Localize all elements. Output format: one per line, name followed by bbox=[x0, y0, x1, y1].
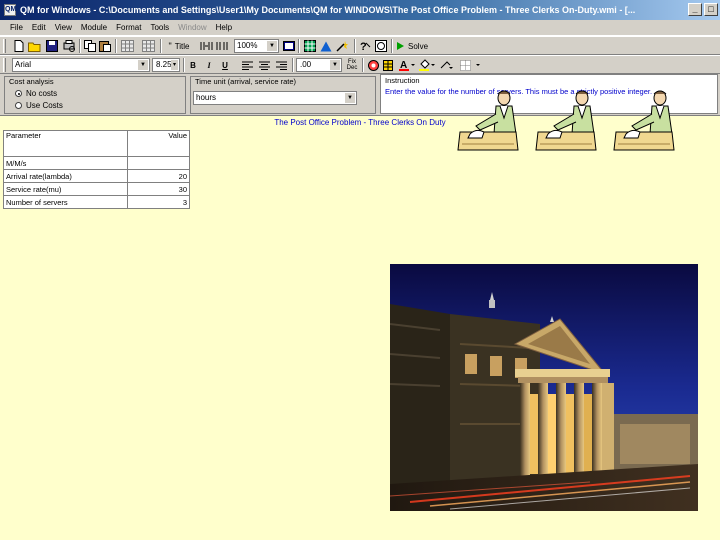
radio-unselected-icon bbox=[15, 102, 22, 109]
zoom-select[interactable]: 100% ▼ bbox=[234, 39, 279, 53]
row-value[interactable]: 20 bbox=[127, 169, 190, 183]
app-icon[interactable]: QM bbox=[4, 4, 16, 16]
menu-bar: File Edit View Module Format Tools Windo… bbox=[0, 20, 720, 36]
font-select[interactable]: Arial ▼ bbox=[12, 58, 150, 72]
font-size-select[interactable]: 8.25 ▾ bbox=[152, 58, 180, 72]
chevron-down-icon[interactable]: ▼ bbox=[138, 60, 148, 70]
save-icon[interactable] bbox=[44, 39, 60, 53]
maximize-icon[interactable]: □ bbox=[704, 3, 718, 16]
column-width-icon[interactable] bbox=[198, 39, 214, 53]
menu-help[interactable]: Help bbox=[216, 23, 232, 32]
toolbar-grip[interactable] bbox=[3, 58, 6, 72]
title-bar[interactable]: QM QM for Windows - C:\Documents and Set… bbox=[0, 0, 720, 20]
radio-selected-icon bbox=[15, 90, 22, 97]
row-label[interactable]: Arrival rate(lambda) bbox=[3, 169, 128, 183]
menu-file[interactable]: File bbox=[10, 23, 23, 32]
chevron-down-icon[interactable]: ▼ bbox=[267, 41, 277, 51]
minimize-icon[interactable]: _ bbox=[688, 3, 702, 16]
instruction-title: Instruction bbox=[385, 76, 420, 85]
full-screen-icon[interactable] bbox=[282, 39, 296, 53]
time-unit-title: Time unit (arrival, service rate) bbox=[195, 77, 296, 86]
borders-icon[interactable] bbox=[458, 58, 484, 72]
clerk-clipart bbox=[457, 90, 519, 151]
time-unit-panel: Time unit (arrival, service rate) hours … bbox=[190, 76, 376, 114]
paste-icon[interactable] bbox=[98, 39, 112, 53]
fill-color-icon[interactable] bbox=[418, 58, 436, 72]
triangle-chart-icon[interactable] bbox=[319, 39, 333, 53]
row-label[interactable]: M/M/s bbox=[3, 156, 128, 170]
menu-format[interactable]: Format bbox=[116, 23, 141, 32]
svg-text:?: ? bbox=[360, 41, 367, 52]
header-value[interactable]: Value bbox=[127, 130, 190, 157]
row-height-icon[interactable] bbox=[215, 39, 229, 53]
data-table: Parameter Value M/M/s Arrival rate(lambd… bbox=[3, 130, 190, 209]
help-question-icon[interactable]: ? bbox=[358, 39, 372, 53]
align-center-icon[interactable] bbox=[257, 58, 271, 72]
row-label[interactable]: Number of servers bbox=[3, 195, 128, 209]
align-left-icon[interactable] bbox=[240, 58, 254, 72]
ellipsis-icon[interactable] bbox=[438, 58, 454, 72]
table-row: Number of servers 3 bbox=[3, 195, 190, 209]
solve-button[interactable]: Solve bbox=[396, 39, 436, 53]
print-preview-icon[interactable] bbox=[61, 39, 77, 53]
chevron-down-icon[interactable]: ▾ bbox=[171, 60, 178, 70]
row-value[interactable]: 3 bbox=[127, 195, 190, 209]
copy-icon[interactable] bbox=[83, 39, 97, 53]
format-toolbar: Arial ▼ 8.25 ▾ B I U .00 ▼ Fix Dec A bbox=[0, 55, 720, 74]
table-row: Arrival rate(lambda) 20 bbox=[3, 169, 190, 183]
fix-decimal-button[interactable]: Fix Dec bbox=[346, 58, 358, 72]
use-costs-radio[interactable]: Use Costs bbox=[15, 101, 63, 110]
no-costs-radio[interactable]: No costs bbox=[15, 89, 57, 98]
font-color-icon[interactable]: A bbox=[398, 58, 416, 72]
color-palette-icon[interactable] bbox=[366, 58, 380, 72]
clerk-clipart bbox=[535, 90, 597, 151]
menu-window[interactable]: Window bbox=[178, 23, 206, 32]
row-value[interactable]: 30 bbox=[127, 182, 190, 196]
post-office-photo bbox=[390, 264, 698, 511]
new-file-icon[interactable] bbox=[12, 39, 26, 53]
toolbar-grip[interactable] bbox=[3, 39, 6, 53]
window-title: QM for Windows - C:\Documents and Settin… bbox=[20, 5, 636, 15]
menu-edit[interactable]: Edit bbox=[32, 23, 46, 32]
clerk-clipart bbox=[613, 90, 675, 151]
title-quote-icon: " bbox=[168, 41, 172, 51]
italic-button[interactable]: I bbox=[203, 58, 215, 72]
decimals-select[interactable]: .00 ▼ bbox=[296, 58, 342, 72]
wizard-icon[interactable] bbox=[335, 39, 349, 53]
bold-button[interactable]: B bbox=[187, 58, 199, 72]
header-parameter[interactable]: Parameter bbox=[3, 130, 128, 157]
underline-button[interactable]: U bbox=[219, 58, 231, 72]
cost-analysis-title: Cost analysis bbox=[9, 77, 54, 86]
title-button[interactable]: " Title bbox=[166, 39, 192, 53]
delete-row-icon[interactable] bbox=[140, 39, 156, 53]
table-header-row: Parameter Value bbox=[3, 130, 190, 157]
open-folder-icon[interactable] bbox=[27, 39, 43, 53]
time-unit-select[interactable]: hours ▼ bbox=[193, 91, 357, 105]
standard-toolbar: " Title 100% ▼ ? Solve bbox=[0, 36, 720, 55]
insert-row-icon[interactable] bbox=[119, 39, 135, 53]
chevron-down-icon[interactable]: ▼ bbox=[345, 93, 355, 103]
align-right-icon[interactable] bbox=[274, 58, 288, 72]
cost-analysis-panel: Cost analysis No costs Use Costs bbox=[4, 76, 186, 114]
menu-view[interactable]: View bbox=[55, 23, 72, 32]
smiley-help-icon[interactable] bbox=[374, 39, 388, 53]
row-label[interactable]: Service rate(mu) bbox=[3, 182, 128, 196]
table-row: M/M/s bbox=[3, 156, 190, 170]
menu-tools[interactable]: Tools bbox=[150, 23, 169, 32]
spreadsheet-icon[interactable] bbox=[303, 39, 317, 53]
play-icon bbox=[397, 42, 404, 50]
menu-module[interactable]: Module bbox=[81, 23, 107, 32]
row-value[interactable] bbox=[127, 156, 190, 170]
table-row: Service rate(mu) 30 bbox=[3, 182, 190, 196]
grid-color-icon[interactable] bbox=[382, 58, 394, 72]
chevron-down-icon[interactable]: ▼ bbox=[330, 60, 340, 70]
